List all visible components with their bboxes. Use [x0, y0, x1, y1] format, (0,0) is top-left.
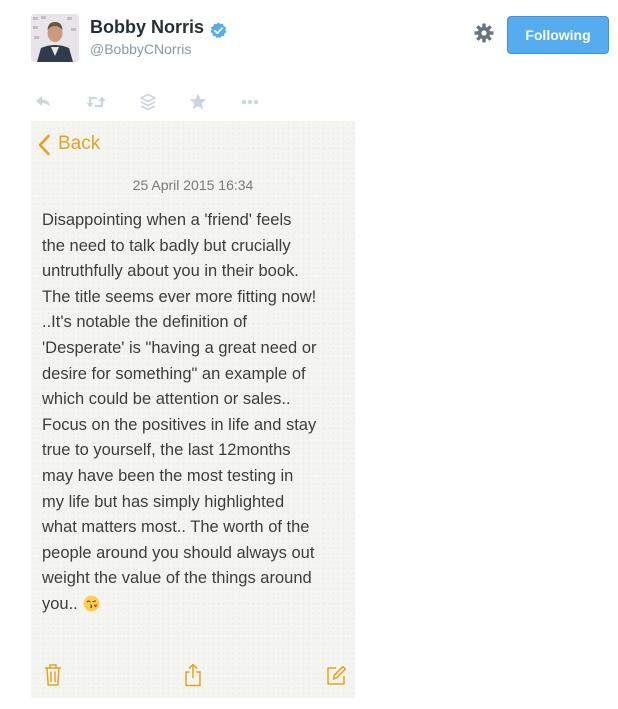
chevron-left-icon: [38, 134, 50, 156]
gear-icon[interactable]: [473, 22, 495, 44]
retweet-icon[interactable]: [85, 92, 107, 112]
note-line-last: you..: [42, 592, 347, 618]
display-name[interactable]: Bobby Norris: [90, 17, 204, 38]
note-line: what matters most.. The worth of the: [42, 518, 310, 537]
note-date: 25 April 2015 16:34: [132, 177, 254, 193]
share-icon[interactable]: [182, 662, 204, 688]
note-line: ..It's notable the definition of: [42, 313, 247, 332]
note-line: Focus on the positives in life and stay: [42, 415, 317, 434]
favorite-icon[interactable]: [187, 92, 209, 112]
note-line: The title seems ever more fitting now!: [42, 287, 317, 306]
note-image[interactable]: Back 25 April 2015 16:34 Disappointing w…: [31, 121, 355, 698]
reply-icon[interactable]: [32, 92, 54, 112]
kissing-face-emoji: [83, 595, 100, 612]
note-line: desire for something" an example of: [42, 364, 306, 383]
note-body: Disappointing when a 'friend' feels the …: [42, 208, 347, 618]
note-line: true to yourself, the last 12months: [42, 441, 291, 460]
more-icon[interactable]: [239, 92, 261, 112]
note-line: may have been the most testing in: [42, 466, 294, 485]
buffer-icon[interactable]: [137, 92, 159, 112]
user-handle[interactable]: @BobbyCNorris: [90, 41, 191, 57]
note-line: the need to talk badly but crucially: [42, 236, 291, 255]
note-line: Disappointing when a 'friend' feels: [42, 211, 292, 229]
note-line: you..: [42, 594, 78, 613]
note-line: weight the value of the things around: [42, 569, 312, 588]
back-label: Back: [58, 133, 101, 154]
note-line: 'Desperate' is "having a great need or: [42, 338, 317, 357]
avatar-photo: [31, 14, 79, 62]
trash-icon[interactable]: [42, 662, 64, 688]
following-button[interactable]: Following: [507, 16, 609, 54]
note-line: people around you should always out: [42, 543, 315, 562]
note-line: untruthfully about you in their book.: [42, 262, 299, 281]
avatar[interactable]: [31, 14, 79, 62]
compose-icon[interactable]: [325, 662, 347, 688]
note-line: which could be attention or sales..: [42, 390, 291, 409]
note-line: my life but has simply highlighted: [42, 492, 285, 511]
verified-badge-icon: [210, 22, 227, 39]
